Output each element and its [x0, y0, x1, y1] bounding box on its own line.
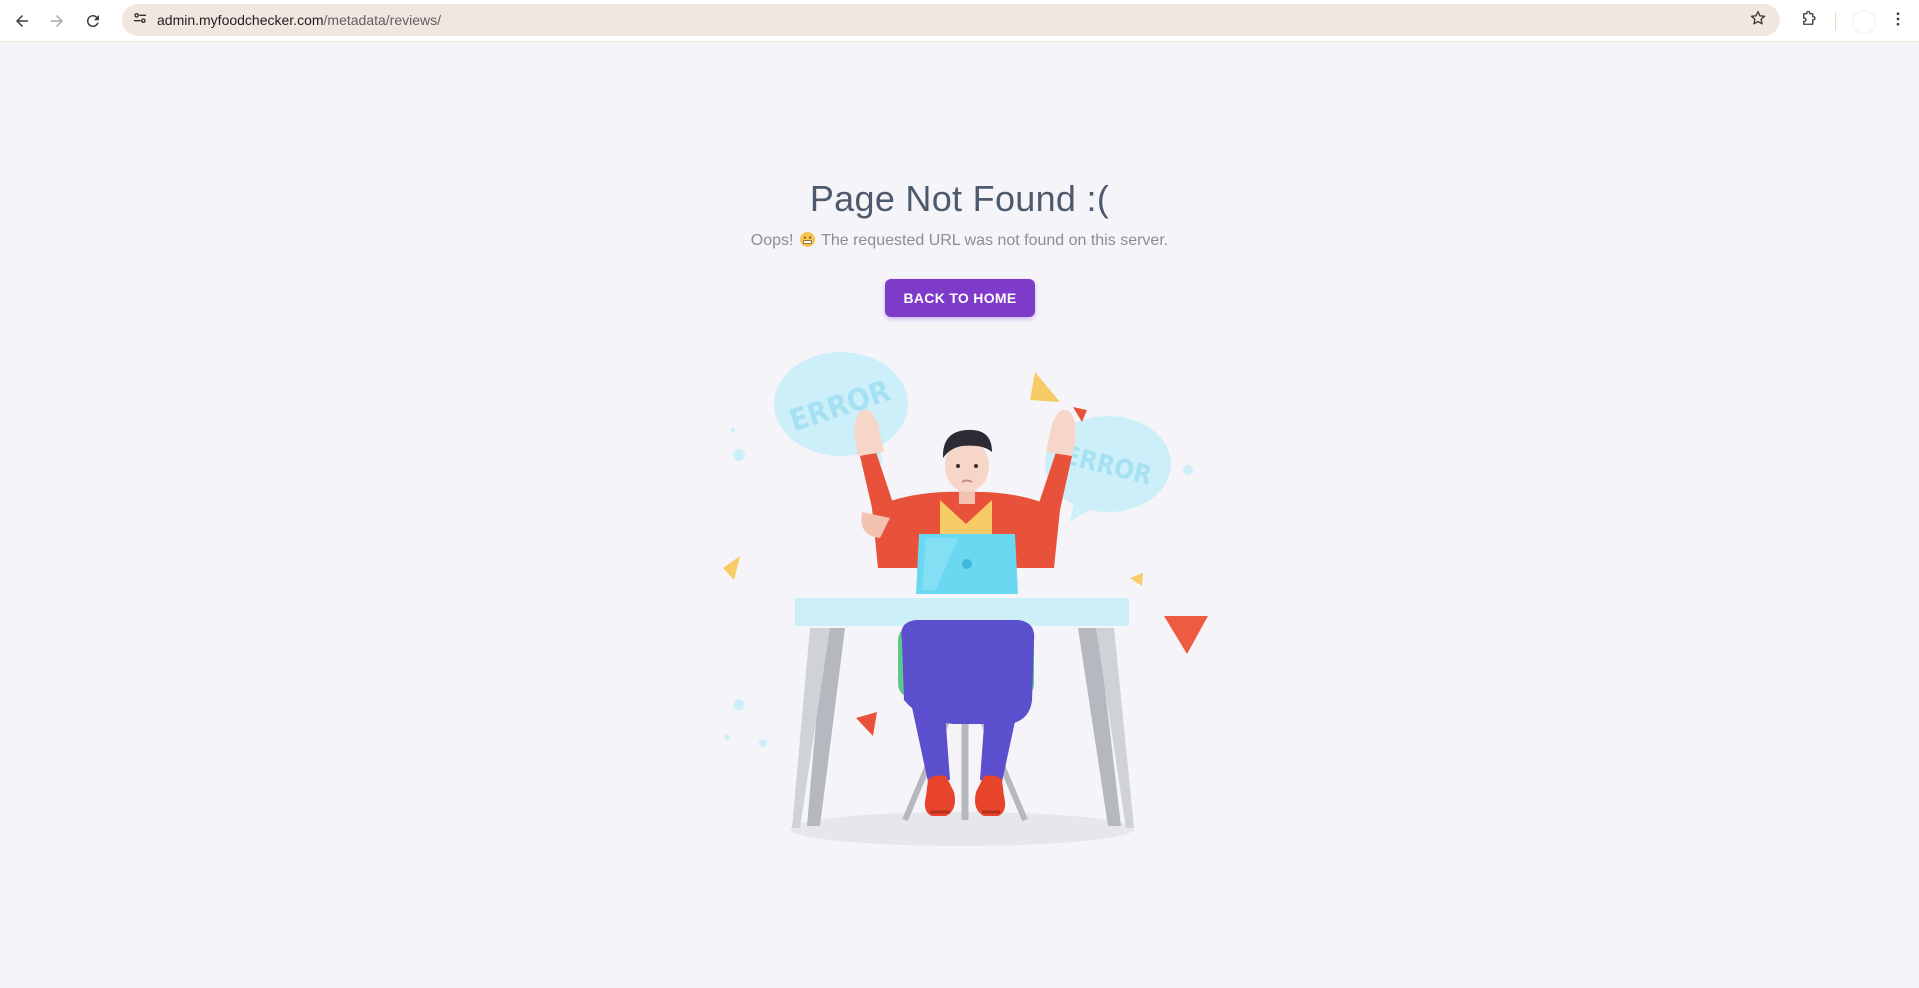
browser-menu-button[interactable]	[1885, 8, 1911, 34]
url-host: admin.myfoodchecker.com	[157, 12, 324, 28]
confetti-red-2	[1164, 616, 1208, 654]
arrow-right-icon	[48, 12, 66, 30]
reload-icon	[84, 12, 102, 30]
address-bar[interactable]: admin.myfoodchecker.com/metadata/reviews…	[122, 4, 1780, 36]
kebab-menu-icon	[1889, 10, 1907, 33]
error-illustration: ERROR ERROR	[700, 340, 1220, 860]
bookmark-button[interactable]	[1746, 8, 1770, 32]
confetti-red-3	[856, 712, 877, 736]
subtitle-message: The requested URL was not found on this …	[821, 232, 1169, 249]
arrow-left-icon	[13, 12, 31, 30]
back-button[interactable]	[9, 8, 35, 34]
browser-toolbar: admin.myfoodchecker.com/metadata/reviews…	[0, 0, 1919, 42]
profile-avatar[interactable]	[1852, 10, 1876, 34]
confetti-yellow-3	[1130, 573, 1143, 586]
page-subtitle: Oops! The requested URL was not found on…	[0, 232, 1919, 250]
confetti-yellow-2	[723, 556, 740, 580]
tune-icon	[132, 10, 148, 31]
back-to-home-button[interactable]: BACK TO HOME	[885, 279, 1035, 317]
reload-button[interactable]	[80, 8, 106, 34]
page-title: Page Not Found :(	[809, 178, 1110, 219]
extensions-button[interactable]	[1796, 8, 1822, 34]
subtitle-oops: Oops!	[750, 232, 794, 249]
speech-bubble-left: ERROR	[774, 352, 908, 465]
puzzle-icon	[1800, 10, 1818, 33]
star-icon	[1749, 9, 1767, 32]
url-text[interactable]: admin.myfoodchecker.com/metadata/reviews…	[157, 12, 441, 28]
grimacing-face-icon	[799, 232, 815, 247]
confetti-yellow-1	[1030, 372, 1060, 402]
toolbar-divider	[1835, 12, 1836, 30]
url-path: /metadata/reviews/	[323, 12, 442, 28]
forward-button[interactable]	[44, 8, 70, 34]
site-info-button[interactable]	[128, 8, 152, 32]
error-illustration-svg: ERROR ERROR	[723, 352, 1208, 846]
